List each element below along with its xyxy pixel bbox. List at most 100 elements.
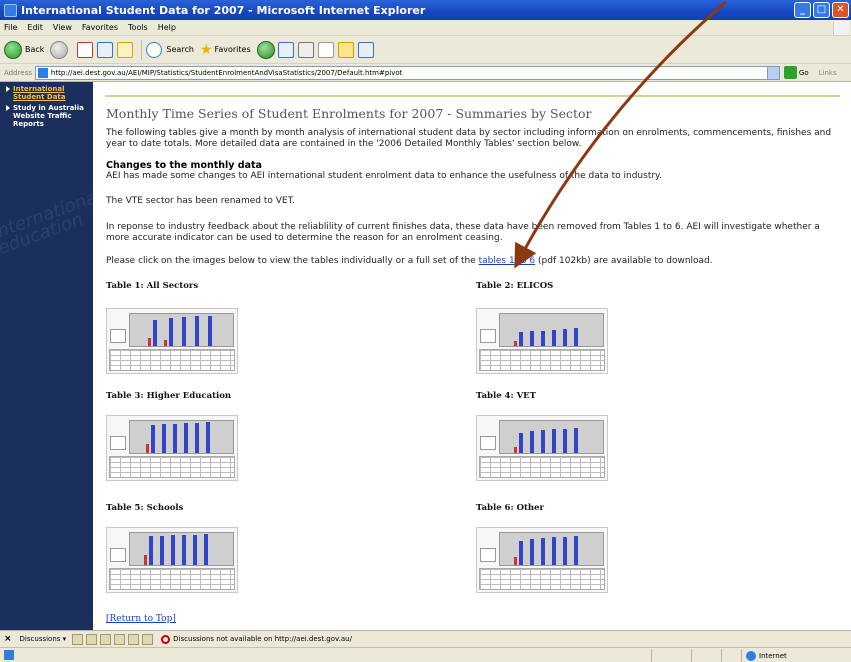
thumbnail-legend <box>480 436 496 450</box>
changes-section: Changes to the monthly data AEI has made… <box>106 160 841 182</box>
status-panel <box>651 649 691 662</box>
status-panels: Internet <box>651 648 851 662</box>
search-button[interactable]: Search <box>146 41 194 58</box>
table-6-label: Table 6: Other <box>476 503 544 513</box>
thumbnail-legend <box>110 436 126 450</box>
print-icon[interactable] <box>297 41 314 58</box>
page-viewport: International Student Data Study in Aust… <box>0 82 851 630</box>
window-title: International Student Data for 2007 - Mi… <box>21 3 426 17</box>
table-3-thumbnail[interactable] <box>106 415 238 481</box>
intro-paragraph: The following tables give a month by mon… <box>106 128 832 149</box>
favorites-button[interactable]: ★ Favorites <box>200 42 251 58</box>
history-icon[interactable] <box>256 40 275 59</box>
toolbar-separator <box>141 39 143 60</box>
menu-favorites[interactable]: Favorites <box>82 23 118 32</box>
menu-bar: File Edit View Favorites Tools Help <box>0 20 851 36</box>
discussion-tool-icon[interactable] <box>72 633 84 645</box>
vte-paragraph: The VTE sector has been renamed to VET. <box>106 196 295 206</box>
menu-view[interactable]: View <box>53 23 72 32</box>
changes-heading: Changes to the monthly data <box>106 160 262 171</box>
discussion-tool-icon[interactable] <box>128 633 140 645</box>
discussion-tool-icon[interactable] <box>100 633 112 645</box>
return-to-top-link[interactable]: [Return to Top] <box>106 614 176 624</box>
thumbnail-table <box>479 349 605 371</box>
links-button[interactable]: Links <box>819 69 837 77</box>
research-icon[interactable] <box>357 41 374 58</box>
sidebar-item-label: International Student Data <box>13 85 66 101</box>
favorites-label: Favorites <box>214 45 251 54</box>
go-label: Go <box>798 68 809 77</box>
page-status-icon <box>4 650 14 660</box>
ie-icon <box>4 3 17 17</box>
table-5-thumbnail[interactable] <box>106 527 238 593</box>
table-6-thumbnail[interactable] <box>476 527 608 593</box>
table-2-thumbnail[interactable] <box>476 308 608 374</box>
status-panel <box>721 649 741 662</box>
security-zone-panel: Internet <box>741 649 851 662</box>
minimize-button[interactable]: _ <box>794 2 811 18</box>
tables-pdf-link[interactable]: tables 1 to 6 <box>479 256 536 266</box>
address-bar: Address http://aei.dest.gov.au/AEI/MIP/S… <box>0 64 851 82</box>
browser-window: International Student Data for 2007 - Mi… <box>0 0 851 662</box>
home-icon[interactable] <box>117 41 134 58</box>
page-title: Monthly Time Series of Student Enrolment… <box>106 106 592 121</box>
changes-text: AEI has made some changes to AEI interna… <box>106 171 662 181</box>
discussion-close-button[interactable]: × <box>4 634 12 644</box>
thumbnail-plot <box>499 532 604 566</box>
discussion-tool-icon[interactable] <box>114 633 126 645</box>
mail-icon[interactable] <box>277 41 294 58</box>
table-4-thumbnail[interactable] <box>476 415 608 481</box>
thumbnail-plot <box>499 420 604 454</box>
address-label: Address <box>4 68 32 77</box>
download-prefix: Please click on the images below to view… <box>106 256 479 266</box>
windows-logo-icon <box>833 21 849 35</box>
messenger-icon[interactable] <box>337 41 354 58</box>
address-dropdown-icon[interactable] <box>766 66 779 79</box>
menu-help[interactable]: Help <box>158 23 176 32</box>
forward-button[interactable] <box>50 40 71 59</box>
search-icon <box>146 41 163 58</box>
triangle-right-icon <box>6 105 10 111</box>
status-panel <box>691 649 721 662</box>
go-arrow-icon <box>783 66 797 79</box>
close-button[interactable]: ✕ <box>832 2 849 18</box>
sidebar-background-text: international education <box>0 185 93 260</box>
zone-label: Internet <box>759 651 787 660</box>
table-1-thumbnail[interactable] <box>106 308 238 374</box>
table-5-label: Table 5: Schools <box>106 503 184 513</box>
thumbnail-legend <box>480 548 496 562</box>
edit-icon[interactable] <box>317 41 334 58</box>
thumbnail-table <box>109 456 235 478</box>
stop-icon[interactable] <box>77 41 94 58</box>
table-1-label: Table 1: All Sectors <box>106 281 199 291</box>
back-label: Back <box>25 45 45 54</box>
search-label: Search <box>166 45 194 54</box>
menu-file[interactable]: File <box>4 23 17 32</box>
page-icon <box>37 67 48 78</box>
unavailable-icon <box>161 634 171 644</box>
status-bar: Internet <box>0 647 851 662</box>
thumbnail-table <box>109 349 235 371</box>
thumbnail-plot <box>129 420 234 454</box>
title-bar: International Student Data for 2007 - Mi… <box>0 0 851 20</box>
sidebar-item-study-in-australia[interactable]: Study in Australia Website Traffic Repor… <box>0 101 93 128</box>
thumbnail-plot <box>129 532 234 566</box>
sidebar-item-international-student-data[interactable]: International Student Data <box>0 82 93 101</box>
table-3-label: Table 3: Higher Education <box>106 391 232 401</box>
discussion-tool-icon[interactable] <box>86 633 98 645</box>
discussion-tool-icon[interactable] <box>142 633 154 645</box>
go-button[interactable]: Go <box>783 66 809 79</box>
menu-edit[interactable]: Edit <box>27 23 43 32</box>
refresh-icon[interactable] <box>97 41 114 58</box>
discussions-dropdown-button[interactable]: Discussions ▾ <box>20 635 67 643</box>
table-2-label: Table 2: ELICOS <box>476 281 554 291</box>
address-url: http://aei.dest.gov.au/AEI/MIP/Statistic… <box>50 68 403 77</box>
main-content: Monthly Time Series of Student Enrolment… <box>93 82 851 630</box>
back-button[interactable]: Back <box>4 40 45 59</box>
thumbnail-legend <box>110 329 126 343</box>
menu-tools[interactable]: Tools <box>128 23 148 32</box>
thumbnail-plot <box>499 313 604 347</box>
maximize-button[interactable]: □ <box>813 2 830 18</box>
thumbnail-legend <box>480 329 496 343</box>
address-input[interactable]: http://aei.dest.gov.au/AEI/MIP/Statistic… <box>34 65 780 80</box>
